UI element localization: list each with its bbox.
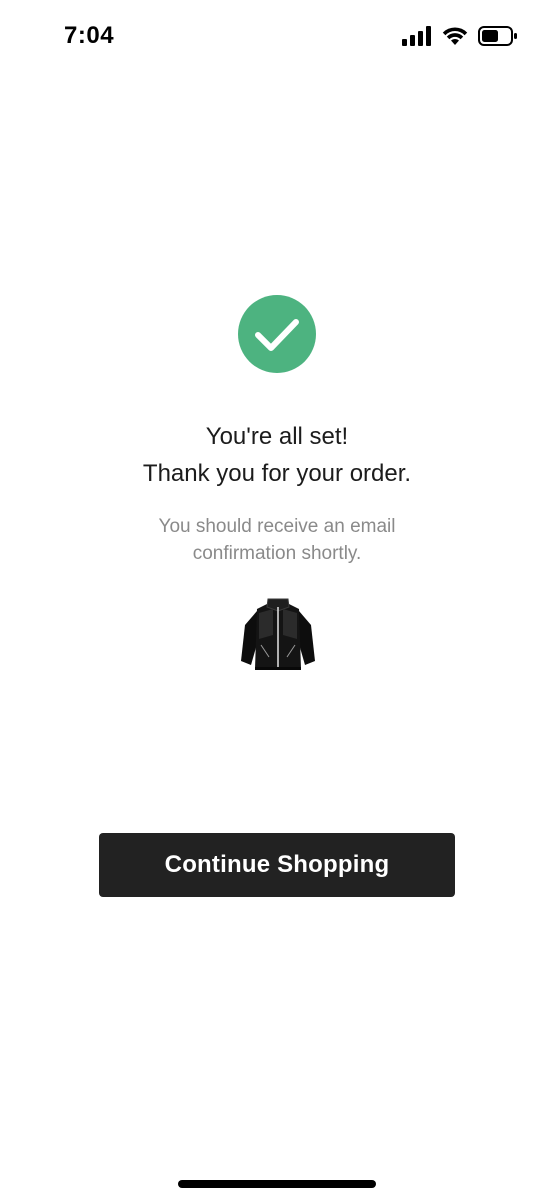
status-time: 7:04	[64, 22, 115, 49]
home-indicator[interactable]	[178, 1180, 376, 1188]
battery-icon	[478, 26, 518, 46]
cellular-signal-icon	[402, 26, 432, 46]
checkmark-circle-icon	[237, 294, 317, 374]
email-note-line2: confirmation shortly.	[192, 543, 362, 564]
email-confirmation-note: You should receive an email confirmation…	[0, 513, 554, 567]
confirmation-headline: You're all set!	[205, 423, 349, 450]
thank-you-message: Thank you for your order.	[142, 460, 412, 487]
black-jacket-image	[241, 598, 315, 670]
status-icons	[402, 26, 518, 46]
status-bar: 7:04	[0, 0, 554, 76]
product-thumbnail	[239, 595, 317, 675]
email-note-line1: You should receive an email	[158, 516, 396, 537]
continue-shopping-button[interactable]: Continue Shopping	[99, 833, 455, 897]
wifi-icon	[442, 26, 468, 46]
